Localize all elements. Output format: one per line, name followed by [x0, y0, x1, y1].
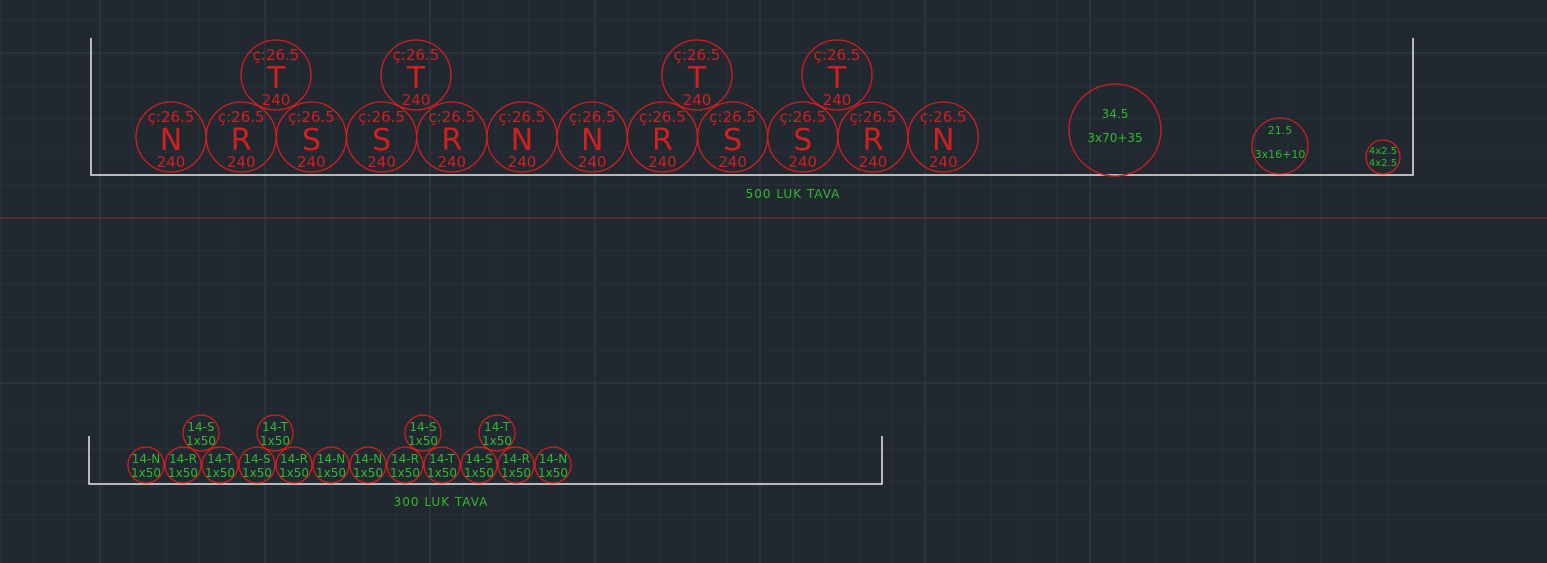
cable-240[interactable]: ç:26.5S240 [696, 101, 769, 173]
cable-240[interactable]: ç:26.5S240 [767, 101, 839, 173]
cable-diameter: 34.5 [1102, 107, 1129, 121]
cable-id: 14-S [409, 420, 436, 434]
cable-section: 240 [402, 91, 431, 109]
cable-240[interactable]: ç:26.5T240 [801, 39, 873, 111]
cable-id: 14-R [391, 452, 419, 466]
cable-1x50[interactable]: 14-T1x50 [256, 414, 294, 452]
cable-section: 1x50 [205, 466, 235, 480]
cable-section: 240 [648, 153, 677, 171]
cable-240[interactable]: ç:26.5N240 [907, 101, 979, 173]
cable-1x50[interactable]: 14-R1x50 [497, 446, 535, 484]
cable-id: 14-T [262, 420, 288, 434]
cable-section: 1x50 [279, 466, 309, 480]
multicore-cable[interactable]: 4x2.54x2.5 [1365, 139, 1401, 175]
cable-id: 14-R [502, 452, 530, 466]
cable-240[interactable]: ç:26.5N240 [135, 101, 207, 173]
cable-240[interactable]: ç:26.5T240 [661, 39, 733, 111]
cable-section: 1x50 [538, 466, 568, 480]
cable-section: 1x50 [131, 466, 161, 480]
cable-240[interactable]: ç:26.5T240 [380, 39, 452, 111]
cable-1x50[interactable]: 14-S1x50 [460, 446, 498, 484]
cable-1x50[interactable]: 14-N1x50 [534, 446, 572, 484]
cable-section: 1x50 [390, 466, 420, 480]
tray-300: 14-N1x5014-R1x5014-T1x5014-S1x5014-R1x50… [88, 414, 883, 509]
cable-1x50[interactable]: 14-T1x50 [201, 446, 239, 484]
cable-240[interactable]: ç:26.5R240 [416, 101, 488, 173]
cable-1x50[interactable]: 14-S1x50 [404, 414, 442, 452]
cable-section: 1x50 [408, 434, 438, 448]
cable-section: 1x50 [168, 466, 198, 480]
cable-section: 3x70+35 [1087, 131, 1142, 145]
cable-240[interactable]: ç:26.5R240 [837, 101, 909, 173]
cable-section: 240 [859, 153, 888, 171]
cable-1x50[interactable]: 14-T1x50 [423, 446, 461, 484]
cable-id: 14-S [465, 452, 492, 466]
cable-1x50[interactable]: 14-R1x50 [386, 446, 424, 484]
multicore-cable[interactable]: 21.5 3x16+10 [1251, 117, 1309, 175]
cable-section: 1x50 [186, 434, 216, 448]
cable-section: 1x50 [427, 466, 457, 480]
cable-section: 240 [297, 153, 326, 171]
cable-id: 14-N [132, 452, 161, 466]
cable-id: 14-R [169, 452, 197, 466]
tray-300-label: 300 LUK TAVA [394, 495, 489, 509]
cable-id: 14-N [539, 452, 568, 466]
cable-1x50[interactable]: 14-N1x50 [127, 446, 165, 484]
cable-1x50[interactable]: 14-S1x50 [182, 414, 220, 452]
cable-section: 4x2.5 [1369, 158, 1397, 169]
cable-section: 240 [788, 153, 817, 171]
cable-1x50[interactable]: 14-N1x50 [349, 446, 387, 484]
cable-section: 240 [367, 153, 396, 171]
cable-id: 14-S [187, 420, 214, 434]
cable-diameter: 21.5 [1268, 124, 1293, 137]
cable-1x50[interactable]: 14-R1x50 [275, 446, 313, 484]
cable-section: 1x50 [242, 466, 272, 480]
cable-section: 1x50 [464, 466, 494, 480]
cable-1x50[interactable]: 14-T1x50 [478, 414, 516, 452]
cable-section: 240 [578, 153, 607, 171]
cable-id: 14-S [243, 452, 270, 466]
cable-section: 240 [823, 91, 852, 109]
cable-1x50[interactable]: 14-N1x50 [312, 446, 350, 484]
cable-240[interactable]: ç:26.5S240 [345, 101, 418, 173]
cable-id: 14-N [317, 452, 346, 466]
cable-section: 240 [929, 153, 958, 171]
cable-section: 1x50 [316, 466, 346, 480]
cable-240[interactable]: ç:26.5S240 [275, 101, 348, 173]
cable-circle [1068, 83, 1162, 177]
cable-section: 240 [157, 153, 186, 171]
cable-240[interactable]: ç:26.5N240 [486, 101, 558, 173]
cable-section: 1x50 [353, 466, 383, 480]
cable-240[interactable]: ç:26.5T240 [240, 39, 312, 111]
cable-section: 240 [718, 153, 747, 171]
cable-1x50[interactable]: 14-S1x50 [238, 446, 276, 484]
cable-section: 240 [683, 91, 712, 109]
cable-section: 240 [437, 153, 466, 171]
cable-id: 14-N [354, 452, 383, 466]
multicore-cable[interactable]: 34.5 3x70+35 [1068, 83, 1162, 177]
cable-id: 14-T [207, 452, 233, 466]
cable-diameter: 4x2.5 [1369, 146, 1397, 157]
tray-500-label: 500 LUK TAVA [746, 187, 841, 201]
cable-section: 240 [227, 153, 256, 171]
cable-240[interactable]: ç:26.5N240 [556, 101, 628, 173]
cable-section: 3x16+10 [1255, 148, 1306, 161]
cable-id: 14-T [484, 420, 510, 434]
cable-1x50[interactable]: 14-R1x50 [164, 446, 202, 484]
cable-section: 240 [262, 91, 291, 109]
cable-section: 1x50 [501, 466, 531, 480]
cable-240[interactable]: ç:26.5R240 [626, 101, 699, 173]
cable-id: 14-R [280, 452, 308, 466]
cable-id: 14-T [429, 452, 455, 466]
cable-240[interactable]: ç:26.5R240 [205, 101, 277, 173]
cable-section: 1x50 [260, 434, 290, 448]
cable-section: 1x50 [482, 434, 512, 448]
cad-drawing-canvas[interactable]: ç:26.5N240ç:26.5R240ç:26.5S240ç:26.5S240… [0, 0, 1547, 563]
tray-500-cables: ç:26.5N240ç:26.5R240ç:26.5S240ç:26.5S240… [135, 39, 1401, 177]
cable-section: 240 [508, 153, 537, 171]
